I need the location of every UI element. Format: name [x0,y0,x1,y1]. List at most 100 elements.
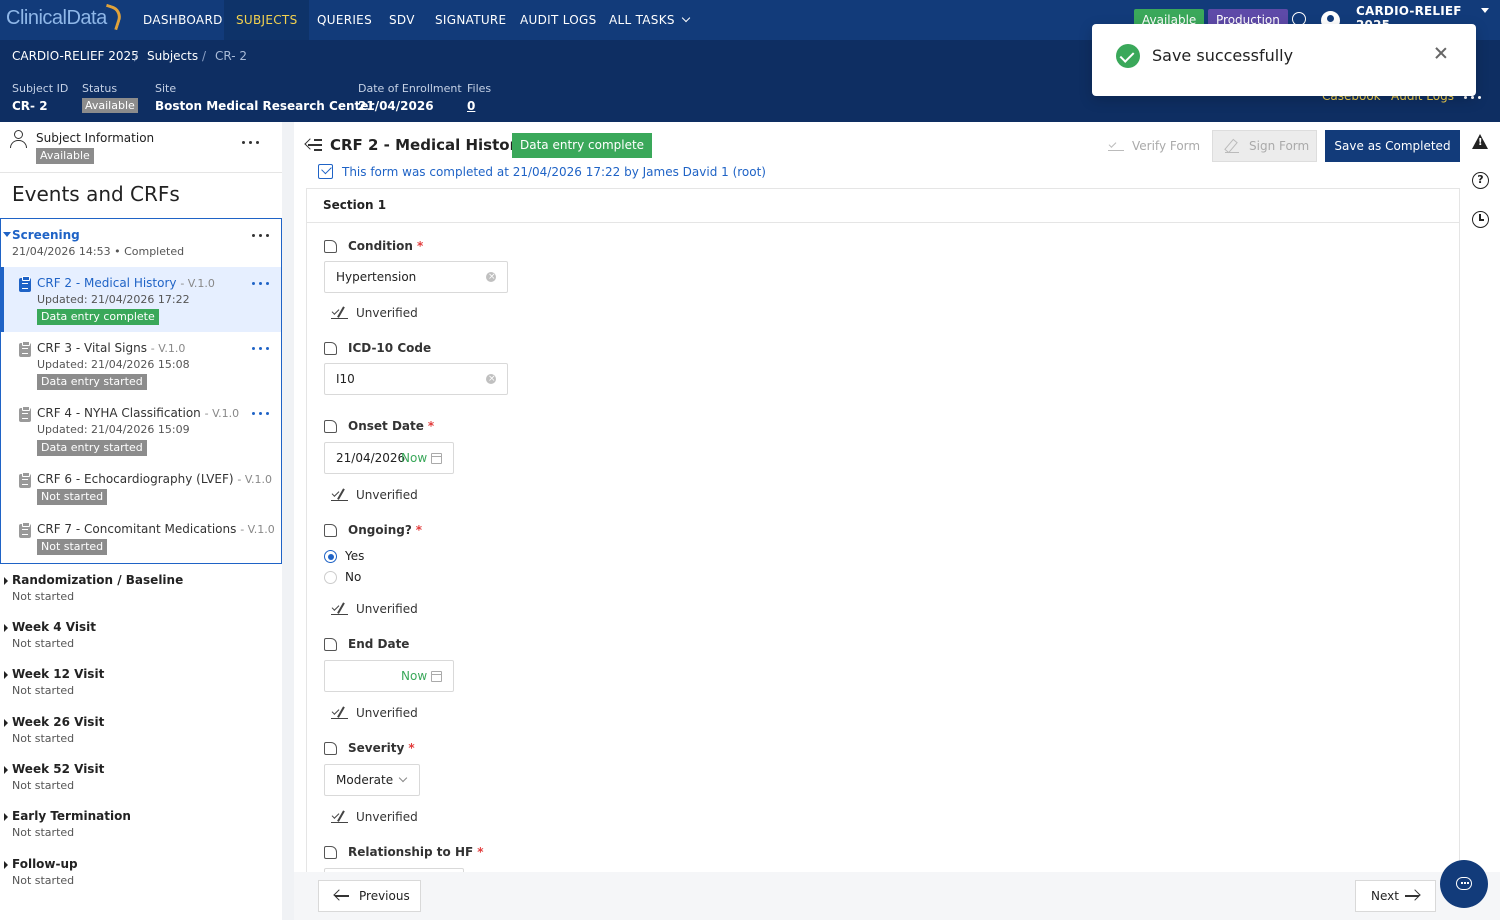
verify-form-button[interactable]: Verify Form [1108,134,1200,158]
chat-button[interactable] [1440,860,1488,908]
divider [0,172,282,173]
nav-dashboard[interactable]: DASHBOARD [131,0,235,40]
check-circle-icon [1116,44,1140,68]
subject-id-label: Subject ID [12,82,69,95]
unverified-icon [331,709,348,719]
toast-message: Save successfully [1152,46,1294,65]
nav-sdv[interactable]: SDV [377,0,427,40]
previous-button[interactable]: Previous [318,880,421,912]
flag-icon[interactable] [324,742,337,755]
verify-form-label: Verify Form [1132,139,1201,153]
event-name: Week 26 Visit [12,715,105,729]
event-status: Not started [12,732,75,745]
caret-right-icon [4,624,8,632]
verification-status[interactable]: Unverified [331,305,418,321]
crf-status-badge: Not started [37,539,108,555]
radio-yes[interactable] [324,550,337,563]
crf-item-medical-history[interactable]: CRF 2 - Medical History - V.1.0 Updated:… [1,267,281,332]
nav-audit-logs[interactable]: AUDIT LOGS [508,0,609,40]
help-icon[interactable]: ? [1472,172,1489,189]
radio-no[interactable] [324,571,337,584]
flag-icon[interactable] [324,342,337,355]
clipboard-icon [19,276,31,292]
chevron-down-icon [681,13,691,23]
now-button[interactable]: Now [401,661,427,691]
history-icon[interactable] [1472,211,1489,228]
arrow-left-icon [335,895,349,897]
breadcrumb-subjects[interactable]: Subjects [147,49,198,63]
verification-status[interactable]: Unverified [331,705,418,721]
event-more-icon[interactable] [252,234,270,238]
flag-icon[interactable] [324,846,337,859]
caret-down-icon[interactable] [1481,8,1489,13]
nav-subjects[interactable]: SUBJECTS [224,0,310,40]
crf-more-icon[interactable] [252,347,270,351]
crf-more-icon[interactable] [252,412,270,416]
event-status: Not started [12,779,75,792]
caret-right-icon [4,719,8,727]
back-icon[interactable] [304,137,324,153]
condition-input[interactable]: Hypertension [324,261,508,293]
icd10-value: I10 [336,372,355,386]
save-as-completed-button[interactable]: Save as Completed [1325,130,1460,162]
events-title: Events and CRFs [12,182,180,206]
crf-item-vital-signs[interactable]: CRF 3 - Vital Signs - V.1.0 Updated: 21/… [1,332,281,397]
now-button[interactable]: Now [401,443,427,473]
nav-signature[interactable]: SIGNATURE [423,0,518,40]
crf-updated: Updated: 21/04/2026 15:08 [37,358,190,371]
calendar-icon[interactable] [431,453,442,464]
checkbox-checked-icon [318,164,333,179]
crf-name: CRF 4 - NYHA Classification - V.1.0 [37,406,240,420]
field-label-end-date: End Date [348,637,410,651]
subject-information-title: Subject Information [36,131,155,145]
event-name[interactable]: Screening [12,228,80,242]
nav-all-tasks[interactable]: ALL TASKS [597,0,701,40]
end-date-input[interactable]: Now [324,660,454,692]
radio-yes-label[interactable]: Yes [345,549,364,563]
close-icon[interactable] [1434,46,1448,60]
verification-status[interactable]: Unverified [331,487,418,503]
caret-down-icon[interactable] [3,232,11,237]
warning-icon[interactable] [1472,134,1488,149]
nav-queries[interactable]: QUERIES [305,0,384,40]
field-label-relationship: Relationship to HF * [348,845,484,859]
clear-icon[interactable] [486,262,496,292]
clear-icon[interactable] [486,364,496,394]
files-link[interactable]: 0 [467,99,475,113]
status-badge: Available [82,98,138,113]
user-icon [10,130,28,148]
subject-more-icon[interactable] [242,141,260,145]
condition-value: Hypertension [336,270,417,284]
clipboard-icon [19,522,31,538]
field-label-severity: Severity * [348,741,415,755]
event-screening: Screening 21/04/2026 14:53 • Completed C… [0,218,282,564]
crf-item-concomitant-medications[interactable]: CRF 7 - Concomitant Medications - V.1.0 … [1,513,281,563]
crf-name: CRF 6 - Echocardiography (LVEF) - V.1.0 [37,472,272,486]
radio-no-label[interactable]: No [345,570,361,584]
crf-item-echocardiography[interactable]: CRF 6 - Echocardiography (LVEF) - V.1.0 … [1,463,281,513]
crf-updated: Updated: 21/04/2026 17:22 [37,293,190,306]
crf-item-nyha[interactable]: CRF 4 - NYHA Classification - V.1.0 Upda… [1,397,281,462]
clinicaldata-logo[interactable]: ClinicalData [6,3,126,34]
severity-select[interactable]: Moderate [324,764,420,796]
calendar-icon[interactable] [431,671,442,682]
icd10-input[interactable]: I10 [324,363,508,395]
sign-form-button[interactable]: Sign Form [1212,130,1317,162]
verification-status[interactable]: Unverified [331,809,418,825]
flag-icon[interactable] [324,638,337,651]
crf-status-badge: Data entry started [37,440,147,456]
crf-more-icon[interactable] [252,282,270,286]
flag-icon[interactable] [324,240,337,253]
onset-date-input[interactable]: 21/04/2026 Now [324,442,454,474]
next-button[interactable]: Next [1355,880,1436,912]
more-icon[interactable] [1464,96,1482,100]
subject-id-value: CR- 2 [12,99,48,113]
verification-status[interactable]: Unverified [331,601,418,617]
chevron-down-icon [398,773,408,783]
breadcrumb-study[interactable]: CARDIO-RELIEF 2025 [12,49,139,63]
field-label-onset-date: Onset Date * [348,419,435,433]
success-toast: Save successfully [1092,24,1476,96]
flag-icon[interactable] [324,524,337,537]
site-label: Site [155,82,177,95]
flag-icon[interactable] [324,420,337,433]
